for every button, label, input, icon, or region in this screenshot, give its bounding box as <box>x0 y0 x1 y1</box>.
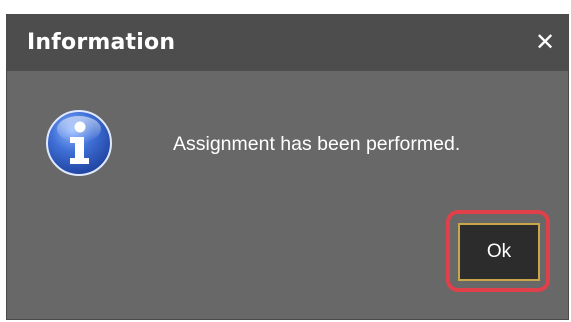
close-icon[interactable]: ✕ <box>528 27 562 57</box>
ok-button[interactable]: Ok <box>458 223 540 281</box>
information-icon <box>46 110 112 176</box>
dialog-message: Assignment has been performed. <box>173 133 461 155</box>
dialog-title: Information <box>27 30 176 55</box>
dialog-titlebar: Information ✕ <box>7 15 568 71</box>
information-dialog: Information ✕ Assignment has been perfor… <box>6 14 569 320</box>
